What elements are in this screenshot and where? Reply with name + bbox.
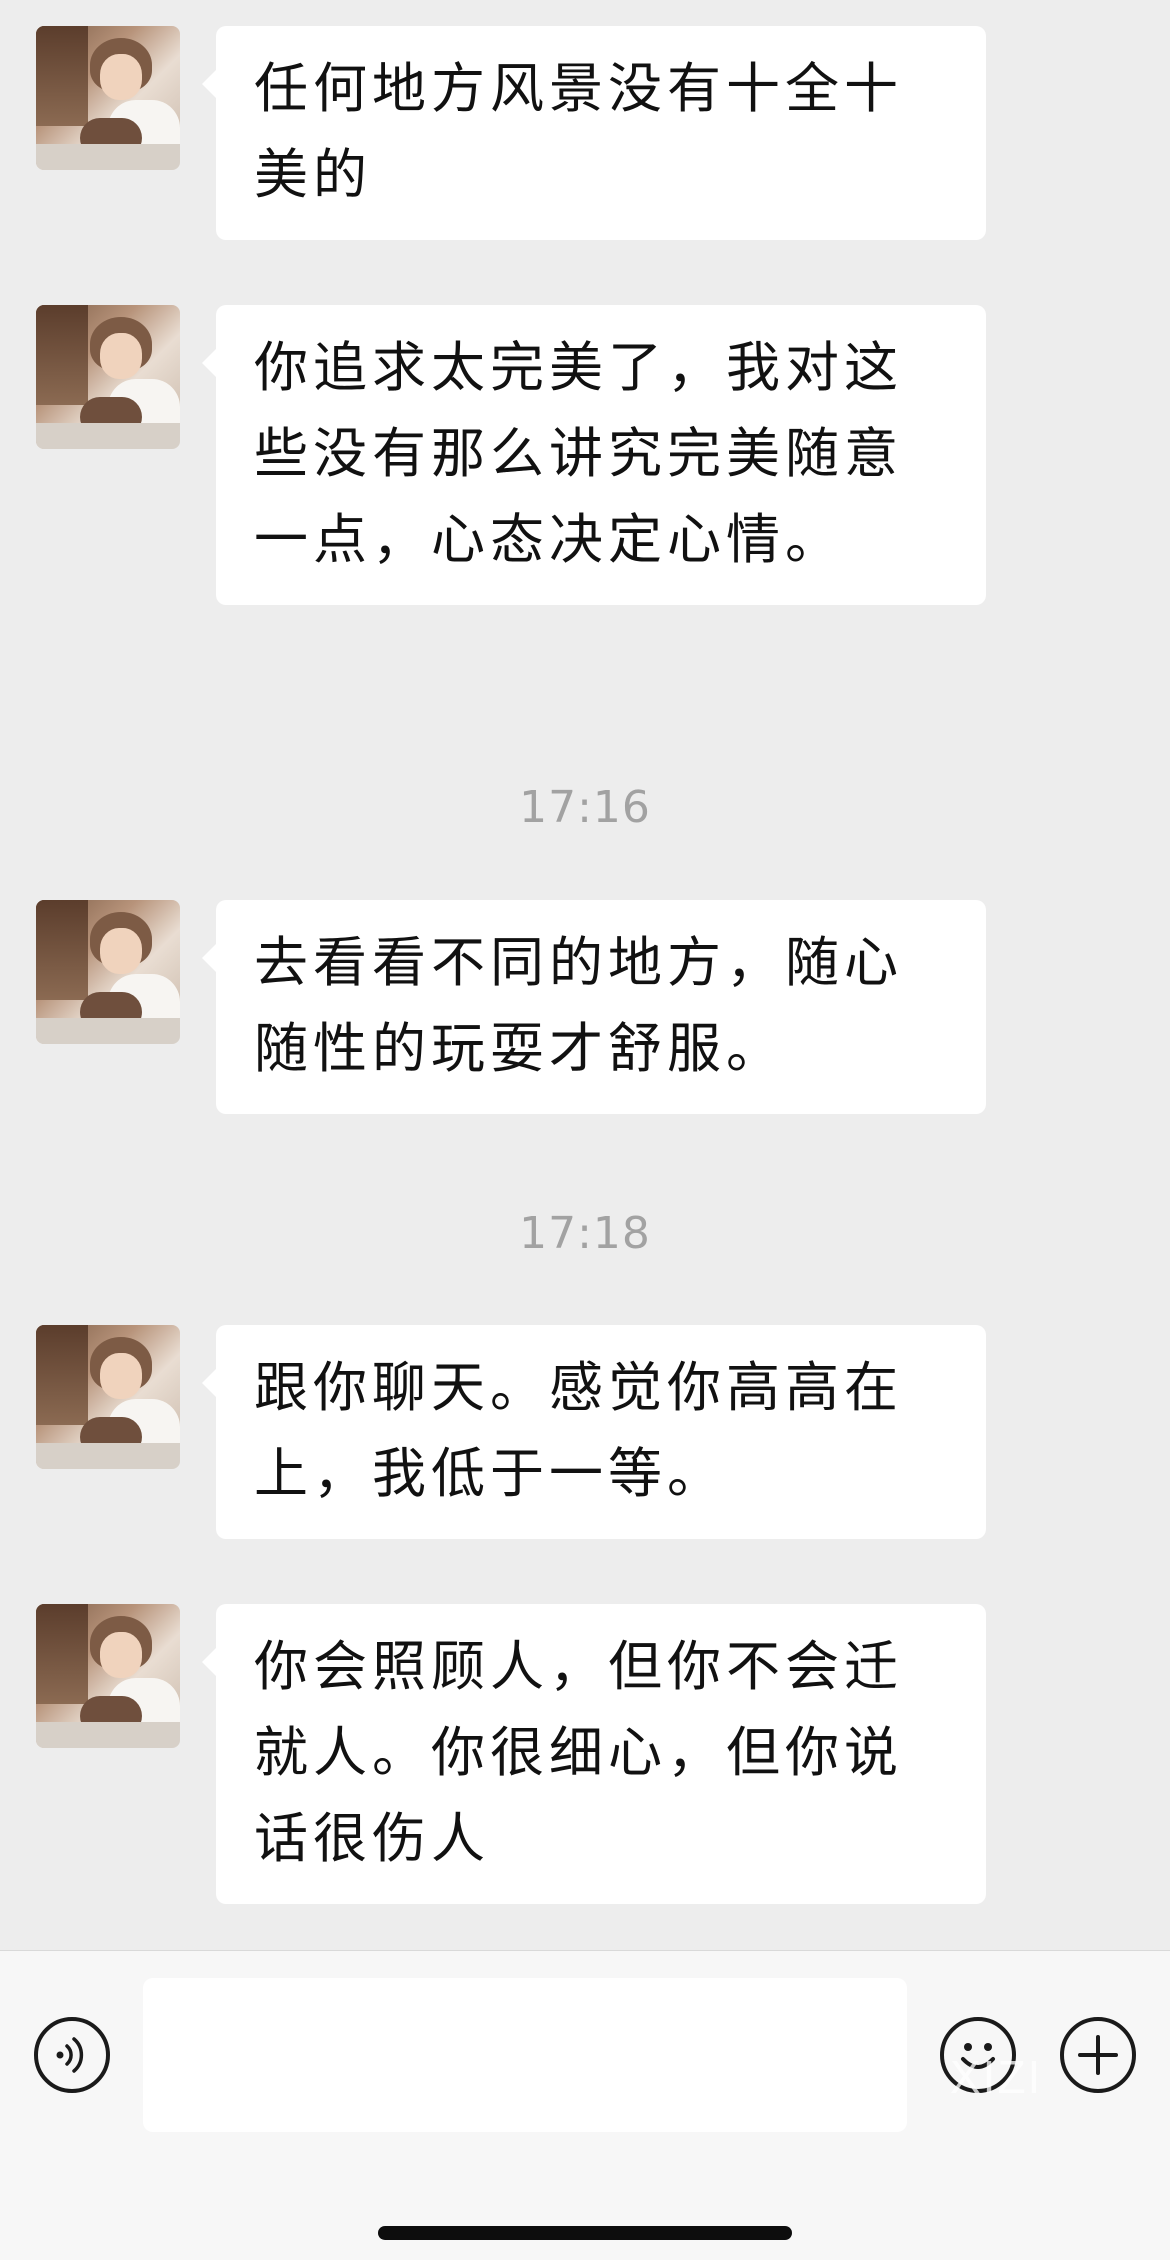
message-bubble[interactable]: 去看看不同的地方，随心随性的玩耍才舒服。: [202, 900, 986, 1114]
more-button[interactable]: [1060, 2017, 1136, 2093]
message-input[interactable]: [143, 1978, 907, 2132]
timestamp: 17:18: [519, 1208, 651, 1259]
input-bar: [0, 1950, 1170, 2260]
message-bubble[interactable]: 你追求太完美了，我对这些没有那么讲究完美随意一点，心态决定心情。: [202, 305, 986, 605]
avatar[interactable]: [36, 900, 180, 1044]
message-bubble[interactable]: 你会照顾人，但你不会迁就人。你很细心，但你说话很伤人: [202, 1604, 986, 1904]
plus-icon: [1078, 2035, 1118, 2075]
message-bubble[interactable]: 任何地方风景没有十全十美的: [202, 26, 986, 240]
message-bubble[interactable]: 跟你聊天。感觉你高高在上，我低于一等。: [202, 1325, 986, 1539]
avatar[interactable]: [36, 1325, 180, 1469]
voice-button[interactable]: [34, 2017, 110, 2093]
home-indicator[interactable]: [378, 2226, 792, 2240]
voice-icon: [56, 2037, 84, 2073]
avatar[interactable]: [36, 26, 180, 170]
chat-area: 任何地方风景没有十全十美的 你追求太完美了，我对这些没有那么讲究完美随意一点，心…: [0, 0, 1170, 1950]
timestamp: 17:16: [519, 782, 651, 833]
avatar[interactable]: [36, 305, 180, 449]
watermark: XIZI: [950, 2051, 1043, 2103]
avatar[interactable]: [36, 1604, 180, 1748]
